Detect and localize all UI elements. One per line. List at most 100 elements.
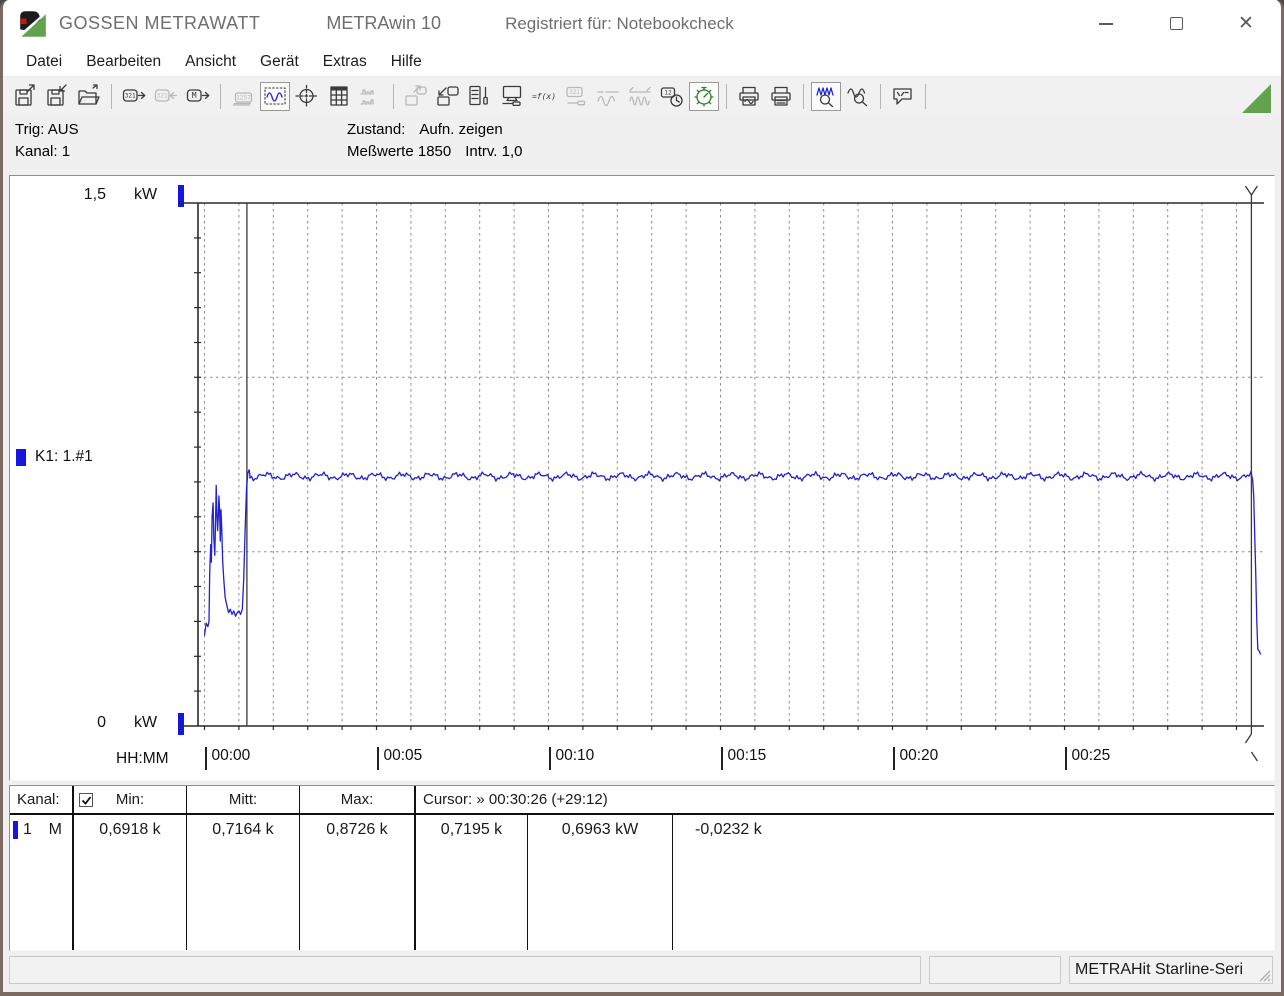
app-title: METRAwin 10 (326, 13, 442, 33)
zustand-label: Zustand: (347, 121, 406, 138)
trend-chart-icon (264, 87, 286, 105)
display-settings-button[interactable] (497, 82, 527, 111)
x-axis-tick: 00:05 (376, 747, 422, 770)
view-table-button[interactable] (324, 82, 354, 111)
device-config-button[interactable]: 321 (561, 82, 591, 111)
header-kanal: Kanal: (10, 786, 72, 815)
header-max: Max: (299, 786, 414, 815)
import-from-device-icon (437, 86, 459, 106)
toolbar-separator (220, 83, 221, 109)
plot-area[interactable] (10, 176, 1274, 776)
statusbar: METRAHit Starline-Seri (3, 951, 1281, 991)
read-memory-button[interactable]: M (183, 82, 213, 111)
menu-extras[interactable]: Extras (312, 50, 378, 74)
device-321-out-icon: 321 (122, 89, 146, 102)
menu-geraet[interactable]: Gerät (249, 50, 310, 74)
row-channel-cell[interactable]: 1 M (10, 815, 72, 844)
svg-text:M: M (192, 91, 197, 100)
formula-icon: =f(x) (532, 92, 556, 101)
row-cursor2-value: 0,6963 kW (527, 815, 672, 844)
channel-mode: M (48, 820, 62, 838)
print-preview-icon (739, 86, 759, 106)
stats-table: Kanal: Min: Mitt: Max: Cursor: » 00:30:2… (9, 785, 1275, 951)
table-filler (10, 844, 72, 950)
measurement-settings-button[interactable] (465, 82, 495, 111)
header-min-label: Min: (115, 791, 145, 808)
svg-text:321: 321 (569, 89, 580, 96)
load-from-device-button[interactable] (433, 82, 463, 111)
print-button[interactable] (766, 82, 796, 111)
menu-hilfe[interactable]: Hilfe (380, 50, 433, 74)
svg-text:321: 321 (125, 93, 136, 100)
show-display-button[interactable]: 1257 (228, 82, 258, 111)
zoom-wave-icon (847, 88, 868, 107)
brand-green-triangle (1242, 84, 1271, 113)
display-values-icon: 1257 (232, 92, 253, 106)
view-xy-button[interactable] (292, 82, 322, 111)
toolbar-separator (880, 83, 881, 109)
save-to-device-button[interactable] (401, 82, 431, 111)
x-axis-tick: 00:10 (548, 747, 594, 770)
interval-value: Intrv. 1,0 (465, 143, 523, 160)
resize-grip-icon[interactable] (1255, 966, 1271, 982)
zoom-time-button[interactable] (843, 82, 873, 111)
close-button[interactable]: ✕ (1237, 14, 1255, 33)
zoom-curve-icon (816, 87, 834, 108)
green-timer-icon (694, 86, 714, 107)
file-save-button[interactable] (42, 82, 72, 111)
multi-wave-button[interactable] (625, 82, 655, 111)
minimize-button[interactable] (1097, 15, 1115, 33)
menu-bearbeiten[interactable]: Bearbeiten (75, 50, 172, 74)
x-axis-tick: 00:20 (892, 747, 938, 770)
recording-info-panel: Trig: AUS Kanal: 1 Zustand: Aufn. zeigen… (3, 115, 1281, 175)
toolbar-separator (925, 83, 926, 109)
row-cursor1-value: 0,7195 k (414, 815, 527, 844)
monitor-settings-icon (502, 85, 522, 107)
open-folder-icon (78, 84, 100, 105)
analog-wave-button[interactable] (593, 82, 623, 111)
svg-text:1257: 1257 (236, 95, 251, 102)
table-view-icon (330, 86, 348, 106)
view-trend-button[interactable] (260, 81, 290, 111)
header-cursor: Cursor: » 00:30:26 (+29:12) (414, 786, 1274, 815)
row-min-value: 0,6918 k (72, 815, 186, 844)
send-device-321-button[interactable]: 321 (151, 82, 181, 111)
chart-panel: 1,5 kW 0 kW K1: 1.#1 HH:MM 00:00 00:05 00:… (9, 175, 1275, 781)
print-preview-button[interactable] (734, 82, 764, 111)
comment-button[interactable] (888, 82, 918, 111)
svg-text:12: 12 (664, 90, 672, 97)
brand-title: GOSSEN METRAWATT (59, 13, 261, 33)
zoom-curve-button[interactable] (811, 81, 841, 111)
menu-ansicht[interactable]: Ansicht (174, 50, 247, 74)
minimize-icon (1099, 22, 1113, 25)
row-delta-value: -0,0232 k (672, 815, 1274, 844)
menu-datei[interactable]: Datei (15, 50, 73, 74)
device-321-in-icon: 321 (154, 89, 178, 102)
time-stamp-button[interactable]: 12 (657, 82, 687, 111)
statusbar-device: METRAHit Starline-Seri (1069, 956, 1273, 984)
export-to-device-icon (405, 85, 427, 106)
menubar: Datei Bearbeiten Ansicht Gerät Extras Hi… (3, 47, 1281, 77)
x-axis-tick: 00:00 (204, 747, 250, 770)
file-open-button[interactable] (74, 82, 104, 111)
floppy-save-icon (47, 84, 67, 106)
maximize-button[interactable] (1167, 15, 1185, 33)
printer-icon (771, 86, 791, 106)
channel-visibility-checkbox[interactable] (79, 793, 93, 807)
live-record-button[interactable] (689, 81, 719, 111)
floppy-export-icon (15, 84, 35, 106)
read-device-321-button[interactable]: 321 (119, 82, 149, 111)
dense-wave-icon (629, 86, 651, 106)
row-max-value: 0,8726 k (299, 815, 414, 844)
device-memory-icon: M (186, 89, 210, 102)
file-export-button[interactable] (10, 82, 40, 111)
list-settings-icon (469, 85, 488, 106)
device-321-settings-icon: 321 (566, 86, 586, 106)
toolbar-separator (111, 83, 112, 109)
view-histogram-button[interactable] (356, 82, 386, 111)
formula-button[interactable]: =f(x) (529, 82, 559, 111)
single-wave-icon (597, 91, 619, 107)
svg-text:=f(x): =f(x) (532, 92, 556, 101)
toolbar-separator (803, 83, 804, 109)
channel-number: 1 (23, 820, 32, 838)
